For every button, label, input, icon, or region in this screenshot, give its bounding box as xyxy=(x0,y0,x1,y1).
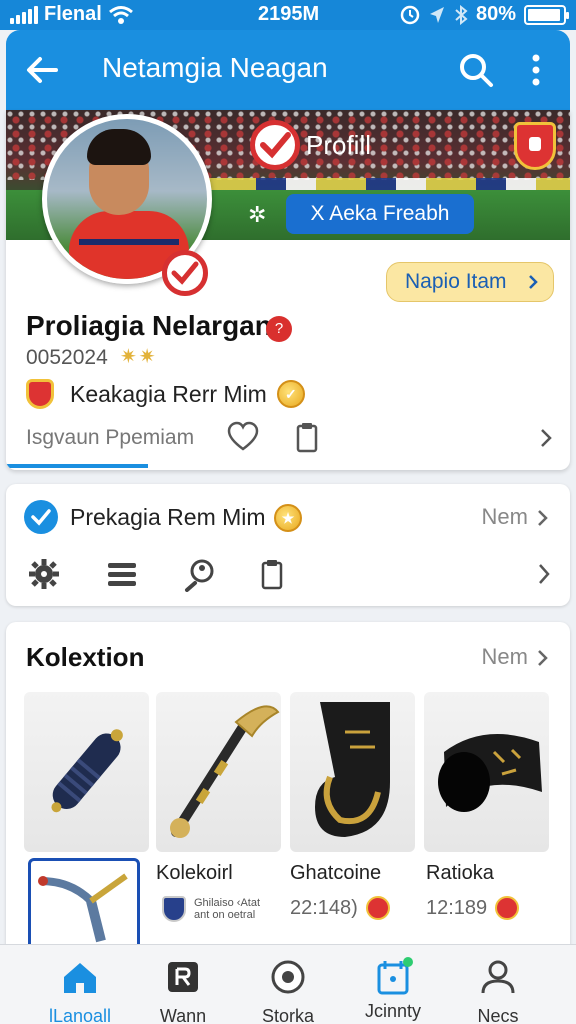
check-circle-icon xyxy=(24,500,58,534)
active-tab-indicator xyxy=(6,464,148,468)
item-value: 12:189 xyxy=(426,896,488,919)
battery-percent: 80% xyxy=(475,3,516,25)
page-title: Netamgia Neagan xyxy=(102,52,328,83)
club-badge-icon xyxy=(495,896,520,920)
star-rating-icon: ✷✷ xyxy=(120,346,158,368)
bluetooth-icon xyxy=(455,4,468,25)
gold-action-button[interactable]: Napio Itam xyxy=(386,262,554,302)
nav-jcinnty[interactable]: Jcinnty xyxy=(343,957,443,1022)
search-person-icon[interactable] xyxy=(182,556,218,592)
location-icon xyxy=(429,6,444,23)
profile-action-row: Isgvaun Ppemiam xyxy=(26,420,556,454)
stadium-adboards xyxy=(206,178,570,190)
clock: 2195M xyxy=(258,3,320,25)
collection-heading: Kolextion xyxy=(26,642,145,672)
gear-icon[interactable] xyxy=(26,556,62,592)
item-meta-line1: Ghilaiso ‹Atat xyxy=(194,897,261,909)
item-meta: Ghilaiso ‹Atat ant on oetral xyxy=(162,896,260,922)
notification-dot xyxy=(403,957,413,967)
nav-storka-label: Storka xyxy=(261,1006,315,1024)
see-more-link[interactable]: Nem xyxy=(482,644,528,670)
feature-button[interactable]: X Aeka Freabh xyxy=(286,194,474,234)
chevron-right-icon[interactable] xyxy=(534,649,552,667)
search-icon[interactable] xyxy=(456,50,496,90)
heart-icon[interactable] xyxy=(226,420,260,454)
chevron-right-icon xyxy=(529,275,538,289)
carrier-name: Flenal xyxy=(44,3,102,25)
club-crest-icon xyxy=(162,896,186,922)
rank-icon xyxy=(168,962,198,992)
profile-id: 0052024 xyxy=(26,346,108,369)
nav-necs-label: Necs xyxy=(477,1006,519,1024)
profile-name: Proliagia Nelargan xyxy=(26,310,272,341)
ball-icon xyxy=(271,960,305,994)
help-badge[interactable]: ? xyxy=(266,316,292,342)
collection-item-rod[interactable] xyxy=(24,692,149,852)
collection-card: Kolextion Nem Kolekoirl Ghilaiso ‹Atat a… xyxy=(6,622,570,952)
back-arrow-icon[interactable] xyxy=(22,50,62,90)
nav-jcinnty-label: Jcinnty xyxy=(364,1001,422,1021)
battery-icon xyxy=(524,4,569,25)
membership-card: Prekagia Rem Mim ★ Nem xyxy=(6,484,570,606)
item-value: 22:148) xyxy=(290,896,358,919)
item-name: Kolekoirl xyxy=(156,862,233,884)
see-more-link[interactable]: Nem xyxy=(482,504,528,530)
nav-storka[interactable]: Storka xyxy=(238,957,338,1024)
chevron-right-icon[interactable] xyxy=(534,509,552,527)
item-meta-line2: ant on oetral xyxy=(194,909,256,921)
bottom-navigation: lLanoall Wann Storka Jcinnty Necs xyxy=(0,944,576,1024)
collection-thumbnail-selected[interactable] xyxy=(28,858,140,952)
membership-label: Prekagia Rem Mim xyxy=(70,504,266,530)
nav-home-label: lLanoall xyxy=(48,1006,112,1024)
club-badge-icon xyxy=(365,896,390,920)
collection-item-band[interactable] xyxy=(424,692,549,852)
team-crest-icon xyxy=(514,122,556,170)
clipboard-icon[interactable] xyxy=(290,420,324,454)
chevron-right-icon[interactable] xyxy=(526,556,562,592)
nav-wann[interactable]: Wann xyxy=(133,957,233,1024)
collection-item-boot[interactable] xyxy=(290,692,415,852)
club-badge-icon xyxy=(26,379,54,409)
club-name: Keakagia Rerr Mim xyxy=(70,380,267,407)
wifi-icon xyxy=(108,5,133,24)
calendar-icon xyxy=(373,957,413,997)
sparkle-icon: ✲ xyxy=(248,202,267,227)
item-meta: 12:189 xyxy=(426,896,520,920)
tool-row xyxy=(26,556,556,592)
nav-wann-label: Wann xyxy=(159,1006,207,1024)
chevron-right-icon[interactable] xyxy=(536,428,556,448)
alarm-icon xyxy=(400,5,420,24)
person-icon xyxy=(481,960,515,994)
list-icon[interactable] xyxy=(104,556,140,592)
more-vert-icon[interactable] xyxy=(521,50,551,90)
clipboard-icon[interactable] xyxy=(254,556,290,592)
gold-action-label: Napio Itam xyxy=(405,270,507,293)
nav-necs[interactable]: Necs xyxy=(448,957,548,1024)
profile-label: Profill xyxy=(306,130,372,160)
profile-card: Profill ✲ X Aeka Freabh Napio Itam Proli… xyxy=(6,110,570,470)
home-icon xyxy=(64,963,96,993)
item-meta: 22:148) xyxy=(290,896,390,920)
status-bar: Flenal 2195M 80% xyxy=(0,0,576,30)
item-name: Ghatcoine xyxy=(290,862,382,884)
collection-item-horn[interactable] xyxy=(156,692,281,852)
coin-icon: ★ xyxy=(274,504,302,532)
signal-icon xyxy=(10,5,38,24)
avatar-verified-icon xyxy=(162,250,208,296)
app-bar: Netamgia Neagan xyxy=(6,30,570,110)
item-name: Ratioka xyxy=(426,862,494,884)
nav-home[interactable]: lLanoall xyxy=(30,957,130,1024)
verified-check-icon xyxy=(250,120,300,170)
premium-label[interactable]: Isgvaun Ppemiam xyxy=(26,426,194,450)
club-row[interactable]: Keakagia Rerr Mim ✓ xyxy=(26,378,305,410)
coin-icon: ✓ xyxy=(276,380,305,408)
